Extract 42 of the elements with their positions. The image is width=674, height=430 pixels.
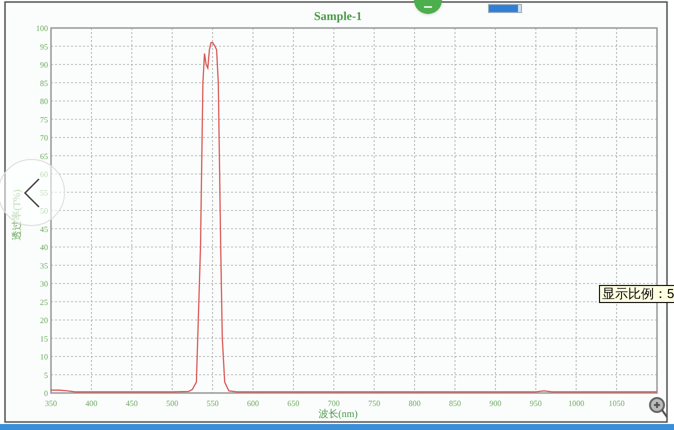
y-tick-label: 70 — [40, 134, 48, 142]
x-tick-label: 500 — [166, 399, 178, 408]
x-tick-label: 450 — [126, 399, 138, 408]
y-tick-label: 85 — [40, 78, 48, 88]
x-tick-label: 900 — [489, 399, 502, 408]
y-tick-label: 25 — [40, 298, 48, 307]
y-tick-label: 20 — [40, 316, 48, 325]
y-tick-label: 45 — [40, 224, 48, 234]
y-tick-label: 15 — [40, 334, 48, 344]
y-tick-label: 65 — [40, 152, 48, 161]
x-tick-label: 650 — [287, 399, 300, 408]
y-tick-label: 100 — [36, 24, 48, 33]
zoom-in-icon[interactable] — [648, 396, 668, 420]
x-tick-label: 400 — [85, 399, 98, 408]
x-tick-label: 1050 — [608, 399, 625, 408]
y-tick-label: 40 — [40, 243, 48, 252]
y-tick-label: 50 — [40, 206, 48, 216]
tooltip: 显示比例：5 — [599, 285, 674, 303]
chart-title: Sample-1 — [314, 9, 362, 23]
y-tick-label: 60 — [40, 170, 48, 179]
x-tick-label: 850 — [449, 399, 461, 408]
y-tick-label: 0 — [44, 389, 48, 398]
y-tick-label: 35 — [40, 261, 48, 270]
x-tick-label: 350 — [45, 399, 57, 408]
y-tick-label: 10 — [40, 352, 48, 362]
y-tick-label: 30 — [40, 280, 48, 288]
x-tick-label: 750 — [368, 399, 380, 408]
y-tick-label: 90 — [40, 60, 48, 70]
y-tick-label: 95 — [40, 42, 48, 52]
y-tick-label: 80 — [40, 97, 48, 106]
x-axis-title: 波长(nm) — [318, 409, 358, 420]
x-tick-label: 700 — [328, 399, 340, 408]
x-tick-label: 950 — [530, 399, 542, 408]
y-axis-title: 透过率(T%) — [12, 189, 23, 241]
y-tick-label: 55 — [40, 188, 48, 198]
x-tick-label: 550 — [206, 399, 219, 408]
y-tick-label: 75 — [40, 115, 48, 124]
chevron-left-icon — [22, 178, 40, 208]
y-tick-label: 5 — [44, 370, 48, 380]
x-tick-label: 800 — [408, 399, 421, 408]
x-tick-label: 1000 — [568, 399, 584, 408]
x-tick-label: 600 — [247, 399, 259, 408]
